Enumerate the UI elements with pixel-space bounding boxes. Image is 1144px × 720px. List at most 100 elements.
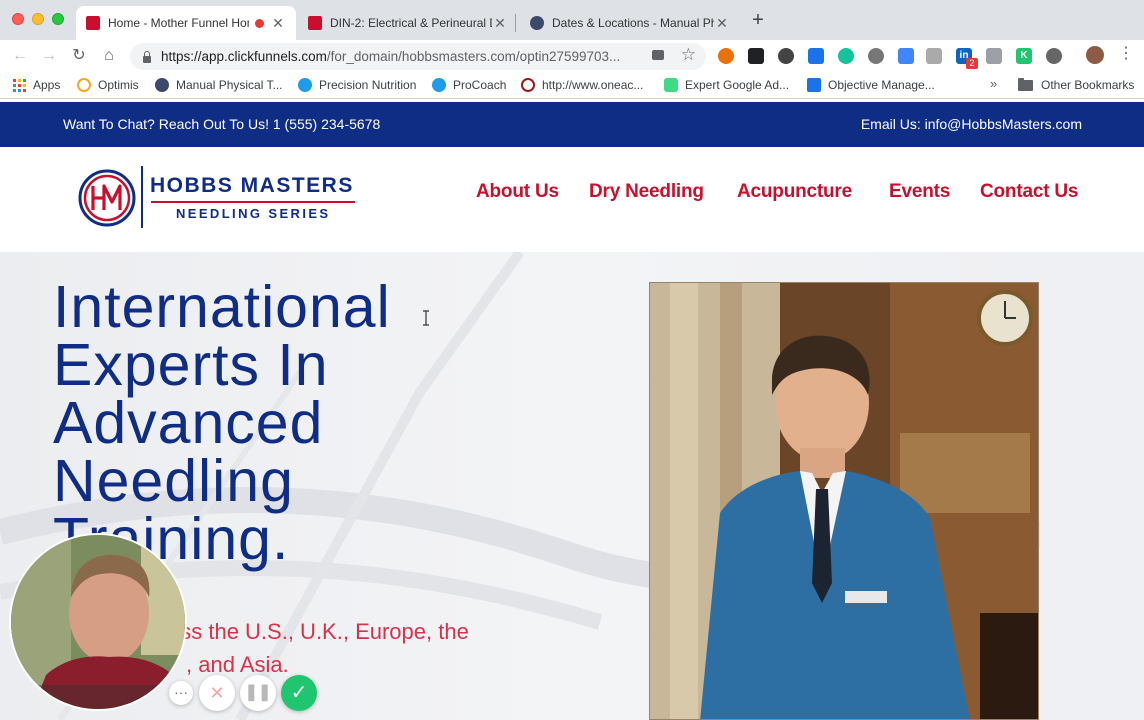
contact-top-bar: Want To Chat? Reach Out To Us! 1 (555) 2… bbox=[0, 102, 1144, 147]
android-icon bbox=[664, 78, 678, 92]
bookmarks-bar: Apps Optimis Manual Physical T... Precis… bbox=[0, 72, 1144, 99]
bookmark-label: Precision Nutrition bbox=[319, 78, 417, 92]
address-bar[interactable]: https://app.clickfunnels.com/for_domain/… bbox=[130, 43, 706, 70]
bookmark-label: http://www.oneac... bbox=[542, 78, 644, 92]
extension-icon[interactable] bbox=[868, 48, 884, 64]
url-path: /for_domain/hobbsmasters.com/optin275997… bbox=[326, 49, 621, 64]
globe-favicon-icon bbox=[530, 16, 544, 30]
recorder-more-button[interactable]: ··· bbox=[169, 681, 193, 705]
pn-icon bbox=[298, 78, 312, 92]
bookmark-label: Manual Physical T... bbox=[176, 78, 283, 92]
email-text[interactable]: Email Us: info@HobbsMasters.com bbox=[861, 116, 1082, 132]
hero-headline-line: International bbox=[53, 274, 391, 340]
bookmark-label: Objective Manage... bbox=[828, 78, 935, 92]
nav-events[interactable]: Events bbox=[889, 181, 950, 203]
close-window-button[interactable] bbox=[12, 13, 24, 25]
nav-acupuncture[interactable]: Acupuncture bbox=[737, 181, 852, 203]
browser-tab-strip: Home - Mother Funnel Hom ✕ DIN-2: Electr… bbox=[0, 0, 1144, 40]
extension-icon[interactable]: K bbox=[1016, 48, 1032, 64]
bookmark-label: Other Bookmarks bbox=[1041, 78, 1135, 92]
nav-contact-us[interactable]: Contact Us bbox=[980, 181, 1078, 203]
recording-indicator-icon bbox=[255, 18, 264, 28]
bookmark-label: Optimis bbox=[98, 78, 139, 92]
tab-title: Dates & Locations - Manual Ph bbox=[552, 16, 714, 30]
tab-dates-locations[interactable]: Dates & Locations - Manual Ph ✕ bbox=[520, 6, 740, 40]
bookmark-apps[interactable]: Apps bbox=[13, 77, 60, 93]
tab-close-icon[interactable]: ✕ bbox=[492, 15, 508, 32]
instructor-photo bbox=[649, 282, 1039, 720]
recorder-finish-button[interactable]: ✓ bbox=[281, 675, 317, 711]
extension-icon[interactable] bbox=[1046, 48, 1062, 64]
clickfunnels-favicon-icon bbox=[308, 16, 322, 30]
new-tab-button[interactable]: + bbox=[748, 10, 768, 30]
oneaccord-icon bbox=[521, 78, 535, 92]
apps-grid-icon bbox=[13, 78, 26, 92]
globe-icon bbox=[155, 78, 169, 92]
maximize-window-button[interactable] bbox=[52, 13, 64, 25]
browser-menu-icon[interactable]: ⋮ bbox=[1118, 44, 1134, 64]
hero-headline-line: Experts In bbox=[53, 332, 329, 398]
hero-headline: International Experts In Advanced Needli… bbox=[53, 274, 391, 569]
pn-icon bbox=[432, 78, 446, 92]
folder-icon bbox=[1018, 77, 1033, 91]
extension-icon[interactable] bbox=[926, 48, 942, 64]
extension-icon[interactable] bbox=[748, 48, 764, 64]
extension-icon[interactable] bbox=[808, 48, 824, 64]
logo-tagline: NEEDLING SERIES bbox=[176, 206, 331, 221]
camera-icon[interactable] bbox=[652, 50, 664, 60]
extension-icon[interactable] bbox=[898, 48, 914, 64]
extension-badge: 2 bbox=[966, 58, 978, 69]
hero-headline-line: Advanced bbox=[53, 390, 324, 456]
more-bookmarks-chevron-icon[interactable]: » bbox=[990, 76, 997, 91]
text-cursor-icon bbox=[423, 310, 429, 326]
bookmark-star-icon[interactable]: ☆ bbox=[681, 45, 696, 65]
nav-about-us[interactable]: About Us bbox=[476, 181, 559, 203]
chat-phone-text[interactable]: Want To Chat? Reach Out To Us! 1 (555) 2… bbox=[63, 116, 380, 132]
tab-divider bbox=[515, 14, 516, 32]
recorder-pause-button[interactable]: ❚❚ bbox=[240, 675, 276, 711]
bookmark-other-bookmarks[interactable]: Other Bookmarks bbox=[1018, 77, 1134, 93]
extension-icon[interactable] bbox=[986, 48, 1002, 64]
bookmark-optimis[interactable]: Optimis bbox=[77, 77, 139, 93]
lock-icon bbox=[142, 50, 152, 63]
bookmark-label: ProCoach bbox=[453, 78, 507, 92]
hero-subtitle-line-2: , and Asia. bbox=[186, 652, 289, 677]
profile-avatar[interactable] bbox=[1086, 46, 1104, 64]
home-icon[interactable]: ⌂ bbox=[99, 46, 119, 66]
bookmark-label: Expert Google Ad... bbox=[685, 78, 790, 92]
bookmark-manual-physical[interactable]: Manual Physical T... bbox=[155, 77, 283, 93]
logo-name: HOBBS MASTERS bbox=[150, 174, 354, 197]
recorder-cancel-button[interactable]: ✕ bbox=[199, 675, 235, 711]
grammarly-icon[interactable] bbox=[838, 48, 854, 64]
bookmark-precision-nutrition[interactable]: Precision Nutrition bbox=[298, 77, 416, 93]
bookmark-objective-management[interactable]: Objective Manage... bbox=[807, 77, 935, 93]
tab-close-icon[interactable]: ✕ bbox=[714, 15, 730, 32]
tab-title: DIN-2: Electrical & Perineural D bbox=[330, 16, 492, 30]
bookmark-label: Apps bbox=[33, 78, 61, 92]
extension-icon[interactable] bbox=[778, 48, 794, 64]
url-host: https://app.clickfunnels.com bbox=[161, 49, 327, 64]
bookmark-expert-google-ads[interactable]: Expert Google Ad... bbox=[664, 77, 789, 93]
hero-headline-line: Needling bbox=[53, 448, 294, 514]
bookmark-oneaccord[interactable]: http://www.oneac... bbox=[521, 77, 643, 93]
minimize-window-button[interactable] bbox=[32, 13, 44, 25]
tab-title: Home - Mother Funnel Hom bbox=[108, 16, 249, 30]
clickfunnels-favicon-icon bbox=[86, 16, 100, 30]
hero-subtitle-line-1: oss the U.S., U.K., Europe, the bbox=[168, 619, 469, 644]
back-arrow-icon[interactable]: ← bbox=[10, 46, 30, 66]
extension-icon[interactable] bbox=[718, 48, 734, 64]
optimis-icon bbox=[77, 78, 91, 92]
site-header: HOBBS MASTERS NEEDLING SERIES About Us D… bbox=[0, 147, 1144, 252]
doc-icon bbox=[807, 78, 821, 92]
tab-din-2[interactable]: DIN-2: Electrical & Perineural D ✕ bbox=[298, 6, 518, 40]
logo-underline bbox=[151, 201, 355, 203]
tab-close-icon[interactable]: ✕ bbox=[270, 15, 286, 32]
reload-icon[interactable]: ↻ bbox=[69, 46, 89, 66]
bookmark-procoach[interactable]: ProCoach bbox=[432, 77, 506, 93]
hobbs-masters-logo-icon[interactable] bbox=[78, 169, 136, 227]
nav-dry-needling[interactable]: Dry Needling bbox=[589, 181, 704, 203]
webcam-bubble[interactable] bbox=[9, 533, 187, 711]
forward-arrow-icon[interactable]: → bbox=[39, 46, 59, 66]
tab-home[interactable]: Home - Mother Funnel Hom ✕ bbox=[76, 6, 296, 40]
logo-divider bbox=[141, 166, 143, 228]
